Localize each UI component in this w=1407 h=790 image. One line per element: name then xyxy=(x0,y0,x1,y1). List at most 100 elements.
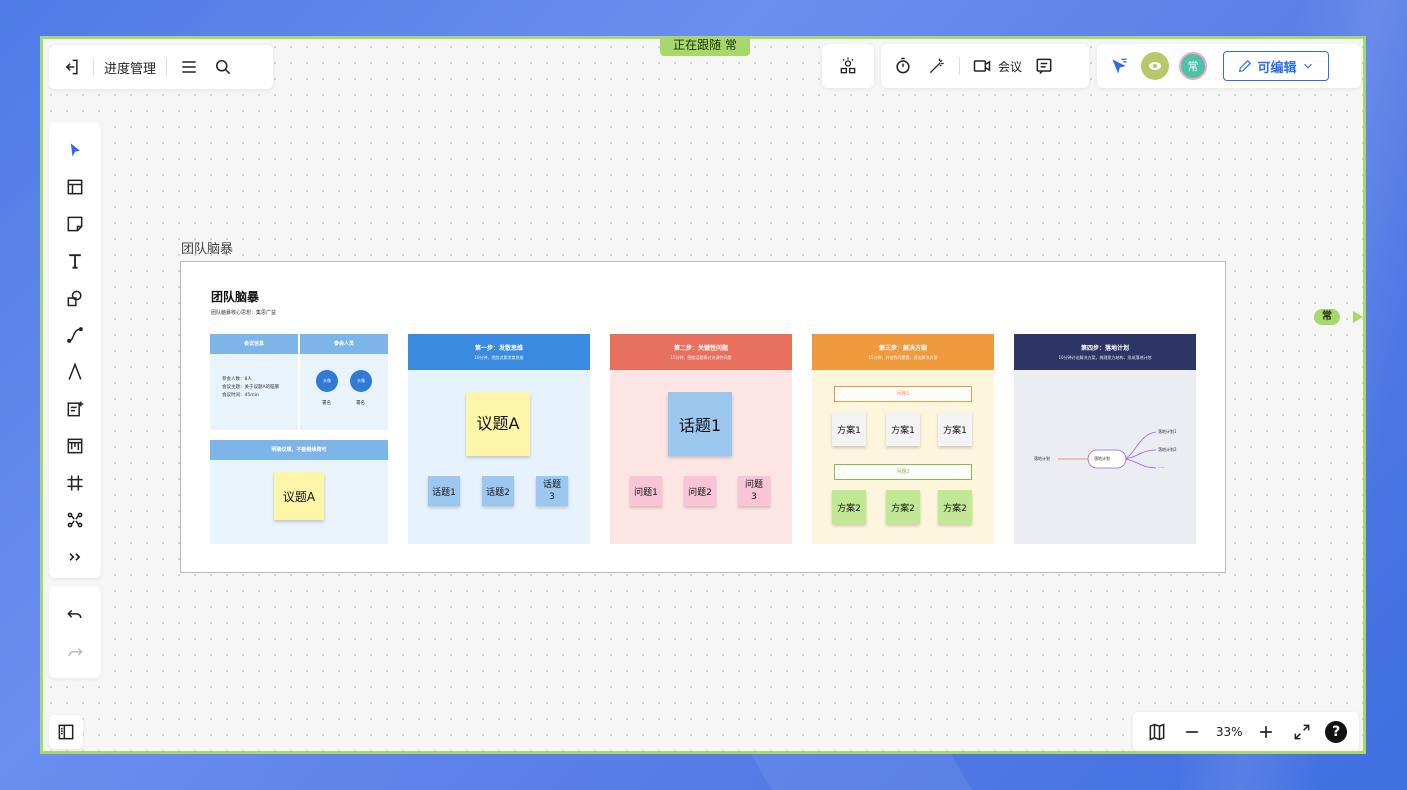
meeting-info-column: 会议信息 参会人数：8人 会议主题：关于议题A的脑暴 会议时间：45min 参会… xyxy=(210,334,388,544)
board-subtitle: 团队脑暴核心思想：集思广益 xyxy=(211,310,277,316)
menu-icon[interactable] xyxy=(177,55,201,79)
participants-card[interactable]: 参会人员 头像 头像 署名 署名 xyxy=(300,334,388,430)
video-icon[interactable] xyxy=(970,54,994,78)
sticky-note[interactable]: 议题A xyxy=(466,392,530,456)
cursor-follow-icon[interactable] xyxy=(1107,54,1131,78)
sticky-note[interactable]: 话题3 xyxy=(536,476,568,506)
step1-column: 第一步：发散思维 10分钟，围绕议题发散思维 议题A 话题1 话题2 话题3 xyxy=(408,334,590,544)
frame-label[interactable]: 团队脑暴 xyxy=(181,238,233,257)
template-icon[interactable] xyxy=(61,173,89,201)
chevron-down-icon xyxy=(1303,63,1312,69)
team-icon[interactable] xyxy=(836,54,860,78)
sticky-note[interactable]: 方案1 xyxy=(832,412,866,446)
step3-title: 第三步：解决方案 xyxy=(878,345,927,352)
meeting-info-text: 参会人数：8人 会议主题：关于议题A的脑暴 会议时间：45min xyxy=(210,354,298,400)
magic-wand-icon[interactable] xyxy=(925,54,949,78)
step1-header: 第一步：发散思维 10分钟，围绕议题发散思维 xyxy=(408,334,590,370)
undo-icon[interactable] xyxy=(63,601,87,625)
sticky-note[interactable]: 方案1 xyxy=(886,412,920,446)
sticky-note[interactable]: 方案2 xyxy=(886,490,920,524)
help-icon[interactable]: ? xyxy=(1325,721,1348,743)
signature-label: 署名 xyxy=(322,401,331,406)
exit-icon[interactable] xyxy=(59,55,83,79)
mindmap-node[interactable]: 落地计划1 xyxy=(1158,429,1177,435)
sticky-note[interactable]: 方案2 xyxy=(938,490,972,524)
text-icon[interactable] xyxy=(61,247,89,275)
sticky-note[interactable]: 问题3 xyxy=(738,476,770,506)
more-tools-icon[interactable] xyxy=(61,543,89,571)
avatar: 头像 xyxy=(350,370,372,392)
step3-header: 第三步：解决方案 15分钟，共创性问题题，提出解决方案 xyxy=(812,334,994,370)
step1-title: 第一步：发散思维 xyxy=(474,345,523,352)
pencil-icon xyxy=(1239,59,1252,73)
whiteboard-app: 正在跟随 常 进度管理 会议 常 可编辑 33% ? 常 团队脑暴 团队脑暴 团… xyxy=(40,36,1366,754)
step2-title: 第二步：关键性问题 xyxy=(673,345,728,352)
document-title[interactable]: 进度管理 xyxy=(104,58,156,77)
collaborators-panel xyxy=(822,44,874,88)
eye-icon[interactable] xyxy=(1141,52,1169,80)
map-icon[interactable] xyxy=(1145,720,1169,744)
avatar[interactable]: 常 xyxy=(1179,52,1207,80)
sticky-note[interactable]: 话题1 xyxy=(668,392,732,456)
zoom-in-icon[interactable] xyxy=(1254,720,1278,744)
participants-heading: 参会人员 xyxy=(300,334,388,354)
redo-icon[interactable] xyxy=(63,639,87,663)
mindmap-node[interactable]: ..... xyxy=(1158,464,1164,469)
remote-user-tag: 常 xyxy=(1314,309,1340,325)
sticky-note[interactable]: 方案2 xyxy=(832,490,866,524)
search-icon[interactable] xyxy=(211,55,235,79)
step4-column: 第四步：落地计划 10分钟讨论解决方案，梳理思方结构，形成落地计划 落地计划 落… xyxy=(1014,334,1196,544)
step4-subtitle: 10分钟讨论解决方案，梳理思方结构，形成落地计划 xyxy=(1058,355,1152,360)
meeting-info-card[interactable]: 会议信息 参会人数：8人 会议主题：关于议题A的脑暴 会议时间：45min xyxy=(210,334,298,430)
sticky-note[interactable]: 话题2 xyxy=(482,476,514,506)
sidebar-toggle[interactable] xyxy=(49,715,83,749)
connector-icon[interactable] xyxy=(61,321,89,349)
remote-cursor-icon xyxy=(1353,311,1363,323)
mindmap-node[interactable]: 落地计划 xyxy=(1094,456,1110,462)
user-panel: 常 可编辑 xyxy=(1097,44,1361,88)
kanban-icon[interactable] xyxy=(61,432,89,460)
problem-label[interactable]: 问题1 xyxy=(834,386,972,402)
divider xyxy=(166,58,168,76)
divider xyxy=(959,57,960,75)
mindmap-icon[interactable] xyxy=(61,506,89,534)
shapes-icon[interactable] xyxy=(61,284,89,312)
sticky-note-icon[interactable] xyxy=(61,210,89,238)
zoom-level[interactable]: 33% xyxy=(1216,725,1243,739)
fullscreen-icon[interactable] xyxy=(1290,720,1314,744)
following-indicator[interactable]: 正在跟随 常 xyxy=(660,39,750,56)
sticky-note[interactable]: 问题2 xyxy=(684,476,716,506)
frame-icon[interactable] xyxy=(61,469,89,497)
info-line: 参会人数：8人 xyxy=(222,377,252,382)
mindmap-node[interactable]: 落地计划 xyxy=(1034,456,1050,462)
timer-icon[interactable] xyxy=(891,54,915,78)
step3-column: 第三步：解决方案 15分钟，共创性问题题，提出解决方案 问题1 方案1 方案1 … xyxy=(812,334,994,544)
edit-permission-button[interactable]: 可编辑 xyxy=(1223,51,1329,81)
avatar: 头像 xyxy=(316,370,338,392)
meeting-info-heading: 会议信息 xyxy=(210,334,298,354)
step2-header: 第二步：关键性问题 15分钟，围绕话题探讨关键性问题 xyxy=(610,334,792,370)
topic-heading: 明确议题，不能继续跨可 xyxy=(210,440,388,460)
step3-subtitle: 15分钟，共创性问题题，提出解决方案 xyxy=(868,355,938,360)
step4-header: 第四步：落地计划 10分钟讨论解决方案，梳理思方结构，形成落地计划 xyxy=(1014,334,1196,370)
zoom-out-icon[interactable] xyxy=(1180,720,1204,744)
meeting-label[interactable]: 会议 xyxy=(998,58,1022,75)
mindmap-node[interactable]: 落地计划2 xyxy=(1158,447,1177,453)
text-add-icon[interactable] xyxy=(61,395,89,423)
board-title: 团队脑暴 xyxy=(211,290,260,304)
edit-label: 可编辑 xyxy=(1257,60,1297,76)
brainstorm-frame[interactable]: 团队脑暴 团队脑暴核心思想：集思广益 会议信息 参会人数：8人 会议主题：关于议… xyxy=(180,261,1226,573)
sidebar-icon xyxy=(54,720,78,744)
sticky-note[interactable]: 方案1 xyxy=(938,412,972,446)
sticky-note[interactable]: 问题1 xyxy=(630,476,662,506)
topic-area: 议题A xyxy=(210,460,388,544)
pen-icon[interactable] xyxy=(61,358,89,386)
step1-subtitle: 10分钟，围绕议题发散思维 xyxy=(474,355,524,360)
sticky-note[interactable]: 议题A xyxy=(274,472,324,520)
problem-label[interactable]: 问题2 xyxy=(834,464,972,480)
comment-icon[interactable] xyxy=(1032,54,1056,78)
select-pointer-icon[interactable] xyxy=(61,136,89,164)
step4-body: 落地计划 落地计划 落地计划1 落地计划2 ..... xyxy=(1014,370,1196,544)
info-line: 会议时间：45min xyxy=(222,393,259,398)
sticky-note[interactable]: 话题1 xyxy=(428,476,460,506)
